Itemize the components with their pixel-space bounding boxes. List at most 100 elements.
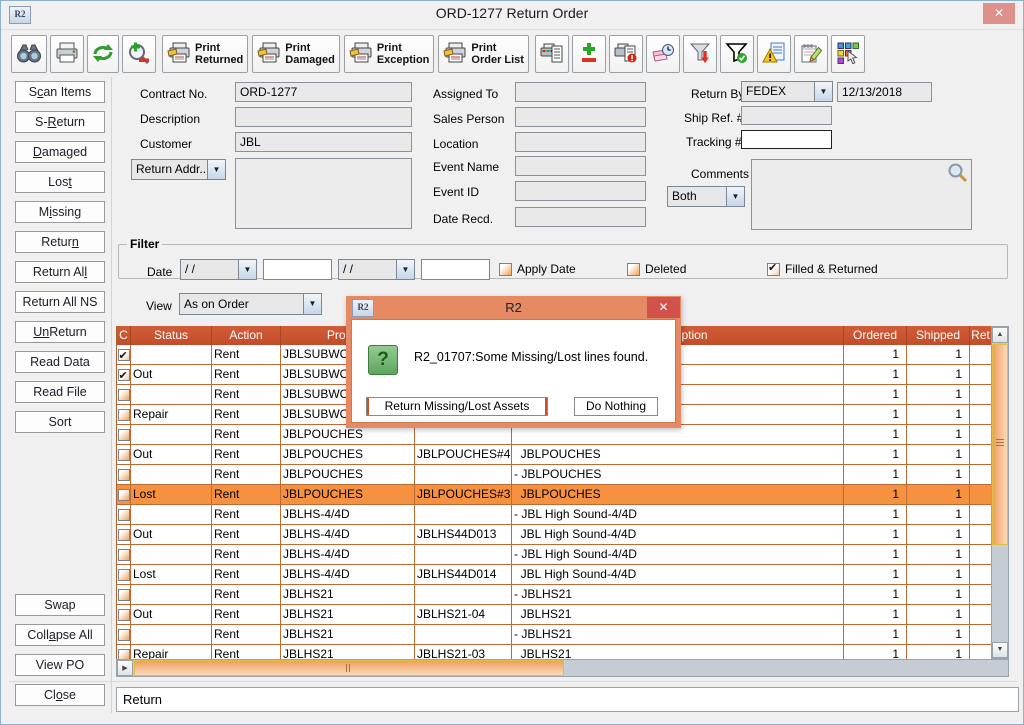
scroll-up-button[interactable]: ▲ <box>992 327 1008 343</box>
sidebar-button-scan-items[interactable]: Scan Items <box>15 81 105 103</box>
row-checkbox[interactable] <box>118 589 130 601</box>
sidebar-button-view-po[interactable]: View PO <box>15 654 105 676</box>
date-to-dropdown[interactable]: / /▼ <box>338 259 415 280</box>
checkbox[interactable] <box>767 263 780 276</box>
dialog-close-button[interactable]: ✕ <box>647 297 680 318</box>
row-checkbox[interactable] <box>118 509 130 521</box>
chevron-down-icon[interactable]: ▼ <box>303 294 321 314</box>
zoom-button[interactable] <box>122 35 156 73</box>
notepad-edit-button[interactable] <box>794 35 828 73</box>
warning-doc-button[interactable] <box>757 35 791 73</box>
table-row[interactable]: OutRentJBLPOUCHESJBLPOUCHES#4 JBLPOUCHES… <box>117 445 992 465</box>
row-checkbox[interactable] <box>118 449 130 461</box>
column-header-ret[interactable]: Ret <box>970 326 992 345</box>
scroll-right-button[interactable]: ▶ <box>117 660 133 676</box>
sidebar-button-sort[interactable]: Sort <box>15 411 105 433</box>
toolbar-print-returned-button[interactable]: PrintReturned <box>162 35 248 73</box>
sidebar-button-read-data[interactable]: Read Data <box>15 351 105 373</box>
ship-ref-field[interactable] <box>741 106 832 125</box>
horizontal-scroll-thumb[interactable] <box>134 660 564 676</box>
chevron-down-icon[interactable]: ▼ <box>814 82 832 101</box>
location-field[interactable] <box>515 132 646 152</box>
checkbox[interactable] <box>499 263 512 276</box>
filter-checkbox-filled-returned[interactable]: Filled & Returned <box>767 262 878 276</box>
event-id-field[interactable] <box>515 181 646 201</box>
row-checkbox[interactable] <box>118 369 130 381</box>
layout-cursor-button[interactable] <box>831 35 865 73</box>
date-to-time-field[interactable] <box>421 259 490 280</box>
date-from-dropdown[interactable]: / /▼ <box>180 259 257 280</box>
description-field[interactable] <box>235 107 412 127</box>
chevron-down-icon[interactable]: ▼ <box>726 187 744 206</box>
view-dropdown[interactable]: As on Order▼ <box>179 293 322 315</box>
row-checkbox[interactable] <box>118 629 130 641</box>
return-address-box[interactable] <box>235 158 412 229</box>
row-checkbox[interactable] <box>118 469 130 481</box>
row-checkbox[interactable] <box>118 549 130 561</box>
scroll-down-button[interactable]: ▼ <box>992 642 1008 658</box>
contract-no-field[interactable]: ORD-1277 <box>235 82 412 102</box>
row-checkbox[interactable] <box>118 389 130 401</box>
comments-box[interactable] <box>751 159 972 230</box>
chevron-down-icon[interactable]: ▼ <box>207 160 225 179</box>
tracking-field[interactable] <box>741 130 832 149</box>
table-row[interactable]: RentJBLPOUCHES- JBLPOUCHES11 <box>117 465 992 485</box>
comments-filter-dropdown[interactable]: Both▼ <box>667 186 745 207</box>
print-button[interactable] <box>50 35 84 73</box>
table-row[interactable]: RentJBLHS21- JBLHS2111 <box>117 625 992 645</box>
sidebar-button-return-all-ns[interactable]: Return All NS <box>15 291 105 313</box>
sidebar-button-unreturn[interactable]: UnReturn <box>15 321 105 343</box>
return-missing-lost-assets-button[interactable]: Return Missing/Lost Assets <box>366 397 548 416</box>
row-checkbox[interactable] <box>118 569 130 581</box>
date-recd-field[interactable] <box>515 207 646 227</box>
row-checkbox[interactable] <box>118 349 130 361</box>
row-checkbox[interactable] <box>118 609 130 621</box>
table-row[interactable]: RentJBLHS-4/4D- JBL High Sound-4/4D11 <box>117 505 992 525</box>
sidebar-button-close[interactable]: Close <box>15 684 105 706</box>
return-date-field[interactable]: 12/13/2018 <box>837 82 932 102</box>
table-row[interactable]: RentJBLPOUCHES11 <box>117 425 992 445</box>
refresh-button[interactable] <box>87 35 119 73</box>
row-checkbox[interactable] <box>118 409 130 421</box>
column-header-shipped[interactable]: Shipped <box>907 326 970 345</box>
horizontal-scrollbar[interactable]: ◀ ▶ <box>116 659 1009 677</box>
do-nothing-button[interactable]: Do Nothing <box>574 397 658 416</box>
chevron-down-icon[interactable]: ▼ <box>396 260 414 279</box>
column-header-status[interactable]: Status <box>131 326 212 345</box>
row-checkbox[interactable] <box>118 649 130 660</box>
table-row[interactable]: RepairRentJBLHS21JBLHS21-03 JBLHS2111 <box>117 645 992 659</box>
toolbar-print-damaged-button[interactable]: PrintDamaged <box>252 35 340 73</box>
notes-clock-button[interactable] <box>646 35 680 73</box>
find-button[interactable] <box>11 35 47 73</box>
sidebar-button-return-all[interactable]: Return All <box>15 261 105 283</box>
sidebar-button-lost[interactable]: Lost <box>15 171 105 193</box>
print-alert-button[interactable] <box>609 35 643 73</box>
column-header-ordered[interactable]: Ordered <box>844 326 907 345</box>
sales-person-field[interactable] <box>515 107 646 127</box>
sidebar-button-s-return[interactable]: S-Return <box>15 111 105 133</box>
sidebar-button-return[interactable]: Return <box>15 231 105 253</box>
window-close-button[interactable]: ✕ <box>983 3 1015 24</box>
vertical-scrollbar[interactable]: ▲ ▼ <box>991 326 1009 659</box>
funnel-check-button[interactable] <box>720 35 754 73</box>
assigned-to-field[interactable] <box>515 82 646 102</box>
checkbox[interactable] <box>627 263 640 276</box>
row-checkbox[interactable] <box>118 489 130 501</box>
chevron-down-icon[interactable]: ▼ <box>238 260 256 279</box>
table-row[interactable]: RentJBLHS-4/4D- JBL High Sound-4/4D11 <box>117 545 992 565</box>
print-list-button[interactable] <box>535 35 569 73</box>
customer-field[interactable]: JBL <box>235 132 412 152</box>
sidebar-button-collapse-all[interactable]: Collapse All <box>15 624 105 646</box>
filter-checkbox-apply-date[interactable]: Apply Date <box>499 262 576 276</box>
table-row[interactable]: OutRentJBLHS-4/4DJBLHS44D013 JBL High So… <box>117 525 992 545</box>
row-checkbox[interactable] <box>118 529 130 541</box>
toolbar-print-exception-button[interactable]: PrintException <box>344 35 435 73</box>
vertical-scroll-thumb[interactable] <box>992 344 1008 545</box>
search-icon[interactable] <box>947 162 968 188</box>
add-remove-button[interactable] <box>572 35 606 73</box>
event-name-field[interactable] <box>515 156 646 176</box>
column-header-c[interactable]: C <box>117 326 131 345</box>
date-from-time-field[interactable] <box>263 259 332 280</box>
sidebar-button-missing[interactable]: Missing <box>15 201 105 223</box>
table-row[interactable]: RentJBLHS21- JBLHS2111 <box>117 585 992 605</box>
